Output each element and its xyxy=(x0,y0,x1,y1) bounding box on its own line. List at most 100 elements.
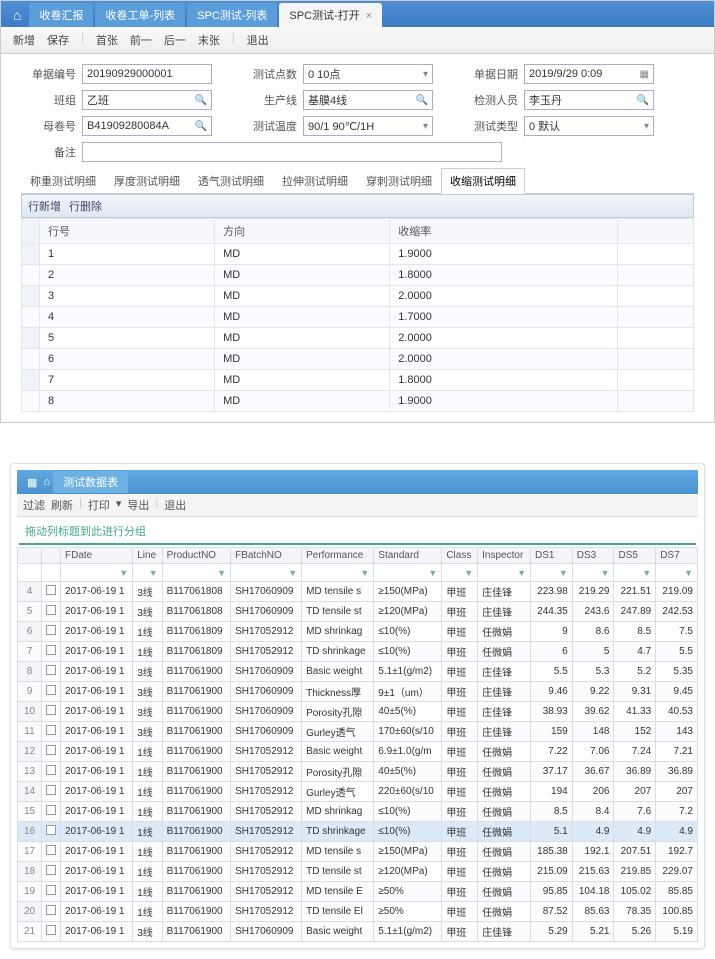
checkbox-icon[interactable] xyxy=(46,925,56,935)
filter-cell[interactable]: ▼ xyxy=(162,564,230,582)
grid-col-Standard[interactable]: Standard xyxy=(374,548,442,564)
grid-row[interactable]: 52017-06-19 13线B117061808SH17060909TD te… xyxy=(18,602,698,622)
grid-row[interactable]: 42017-06-19 13线B117061808SH17060909MD te… xyxy=(18,582,698,602)
inspector-lookup[interactable]: 李玉丹🔍 xyxy=(524,90,654,110)
check-cell[interactable] xyxy=(42,802,61,822)
rowbar-行删除[interactable]: 行删除 xyxy=(69,201,102,213)
check-cell[interactable] xyxy=(42,722,61,742)
grid-col-DS5[interactable]: DS5 xyxy=(614,548,656,564)
main-tab[interactable]: 收卷工单-列表 xyxy=(95,3,185,27)
cell-shrinkage[interactable]: 1.8000 xyxy=(390,265,617,286)
table-row[interactable]: 2MD1.8000 xyxy=(22,265,694,286)
toolbar2-▾[interactable]: ▾ xyxy=(116,497,122,513)
home-icon[interactable]: ⌂ xyxy=(5,3,29,27)
check-cell[interactable] xyxy=(42,842,61,862)
grid-col-FDate[interactable]: FDate xyxy=(61,548,133,564)
grid-row[interactable]: 62017-06-19 11线B117061809SH17052912MD sh… xyxy=(18,622,698,642)
filter-cell[interactable]: ▼ xyxy=(442,564,478,582)
filter-icon[interactable]: ▼ xyxy=(684,568,693,578)
grid-row[interactable]: 182017-06-19 11线B117061900SH17052912TD t… xyxy=(18,862,698,882)
main-tab[interactable]: SPC测试-列表 xyxy=(187,3,277,27)
cell-shrinkage[interactable]: 1.9000 xyxy=(390,244,617,265)
filter-icon[interactable]: ▼ xyxy=(517,568,526,578)
shift-lookup[interactable]: 乙班🔍 xyxy=(82,90,212,110)
toolbar-首张[interactable]: 首张 xyxy=(92,30,122,50)
check-cell[interactable] xyxy=(42,582,61,602)
check-cell[interactable] xyxy=(42,622,61,642)
grid-row[interactable]: 142017-06-19 11线B117061900SH17052912Gurl… xyxy=(18,782,698,802)
check-cell[interactable] xyxy=(42,602,61,622)
cell-direction[interactable]: MD xyxy=(215,265,390,286)
col-header[interactable]: 方向 xyxy=(215,219,390,244)
filter-cell[interactable]: ▼ xyxy=(231,564,302,582)
subtab[interactable]: 称重测试明细 xyxy=(21,168,105,194)
check-cell[interactable] xyxy=(42,642,61,662)
checkbox-icon[interactable] xyxy=(46,805,56,815)
table-row[interactable]: 3MD2.0000 xyxy=(22,286,694,307)
checkbox-icon[interactable] xyxy=(46,605,56,615)
grid-row[interactable]: 82017-06-19 13线B117061900SH17060909Basic… xyxy=(18,662,698,682)
grid-row[interactable]: 212017-06-19 13线B117061900SH17060909Basi… xyxy=(18,922,698,942)
grid-row[interactable]: 132017-06-19 11线B117061900SH17052912Poro… xyxy=(18,762,698,782)
check-cell[interactable] xyxy=(42,822,61,842)
filter-cell[interactable]: ▼ xyxy=(531,564,573,582)
check-cell[interactable] xyxy=(42,902,61,922)
cell-direction[interactable]: MD xyxy=(215,286,390,307)
test-temp-select[interactable]: 90/1 90℃/1H▾ xyxy=(303,116,433,136)
grid-col-DS3[interactable]: DS3 xyxy=(572,548,614,564)
filter-icon[interactable]: ▼ xyxy=(217,568,226,578)
grid-row[interactable]: 112017-06-19 13线B117061900SH17060909Gurl… xyxy=(18,722,698,742)
grid-col-ProductNO[interactable]: ProductNO xyxy=(162,548,230,564)
filter-icon[interactable]: ▼ xyxy=(428,568,437,578)
grid-col-Performance[interactable]: Performance xyxy=(302,548,374,564)
filter-cell[interactable]: ▼ xyxy=(302,564,374,582)
apps-icon[interactable]: ▦ xyxy=(21,473,43,492)
cell-direction[interactable]: MD xyxy=(215,391,390,412)
checkbox-icon[interactable] xyxy=(46,745,56,755)
main-tab[interactable]: SPC测试-打开× xyxy=(279,3,382,27)
filter-icon[interactable]: ▼ xyxy=(288,568,297,578)
filter-cell[interactable]: ▼ xyxy=(61,564,133,582)
table-row[interactable]: 7MD1.8000 xyxy=(22,370,694,391)
filter-icon[interactable]: ▼ xyxy=(119,568,128,578)
filter-cell[interactable]: ▼ xyxy=(374,564,442,582)
check-header[interactable] xyxy=(42,548,61,564)
filter-cell[interactable]: ▼ xyxy=(656,564,698,582)
filter-cell[interactable]: ▼ xyxy=(572,564,614,582)
cell-shrinkage[interactable]: 1.7000 xyxy=(390,307,617,328)
subtab[interactable]: 穿刺测试明细 xyxy=(357,168,441,194)
filter-icon[interactable]: ▼ xyxy=(360,568,369,578)
filter-cell[interactable]: ▼ xyxy=(133,564,162,582)
cell-direction[interactable]: MD xyxy=(215,244,390,265)
test-points-select[interactable]: 0 10点▾ xyxy=(303,64,433,84)
filter-icon[interactable]: ▼ xyxy=(149,568,158,578)
col-header[interactable]: 行号 xyxy=(40,219,215,244)
toolbar2-过滤[interactable]: 过滤 xyxy=(23,497,45,513)
check-cell[interactable] xyxy=(42,662,61,682)
filter-icon[interactable]: ▼ xyxy=(559,568,568,578)
checkbox-icon[interactable] xyxy=(46,885,56,895)
grid-row[interactable]: 162017-06-19 11线B117061900SH17052912TD s… xyxy=(18,822,698,842)
filter-icon[interactable]: ▼ xyxy=(601,568,610,578)
grid-row[interactable]: 122017-06-19 11线B117061900SH17052912Basi… xyxy=(18,742,698,762)
check-cell[interactable] xyxy=(42,742,61,762)
subtab[interactable]: 拉伸测试明细 xyxy=(273,168,357,194)
grid-row[interactable]: 202017-06-19 11线B117061900SH17052912TD t… xyxy=(18,902,698,922)
toolbar-保存[interactable]: 保存 xyxy=(43,30,73,50)
grid-row[interactable]: 152017-06-19 11线B117061900SH17052912MD s… xyxy=(18,802,698,822)
grid-row[interactable]: 92017-06-19 13线B117061900SH17060909Thick… xyxy=(18,682,698,702)
check-cell[interactable] xyxy=(42,882,61,902)
checkbox-icon[interactable] xyxy=(46,865,56,875)
grid-col-DS1[interactable]: DS1 xyxy=(531,548,573,564)
toolbar2-导出[interactable]: 导出 xyxy=(127,497,149,513)
checkbox-icon[interactable] xyxy=(46,705,56,715)
subtab[interactable]: 透气测试明细 xyxy=(189,168,273,194)
check-cell[interactable] xyxy=(42,702,61,722)
filter-cell[interactable]: ▼ xyxy=(478,564,531,582)
checkbox-icon[interactable] xyxy=(46,905,56,915)
grid-row[interactable]: 172017-06-19 11线B117061900SH17052912MD t… xyxy=(18,842,698,862)
filter-cell[interactable]: ▼ xyxy=(614,564,656,582)
subtab[interactable]: 厚度测试明细 xyxy=(105,168,189,194)
col-header[interactable]: 收缩率 xyxy=(390,219,617,244)
checkbox-icon[interactable] xyxy=(46,585,56,595)
